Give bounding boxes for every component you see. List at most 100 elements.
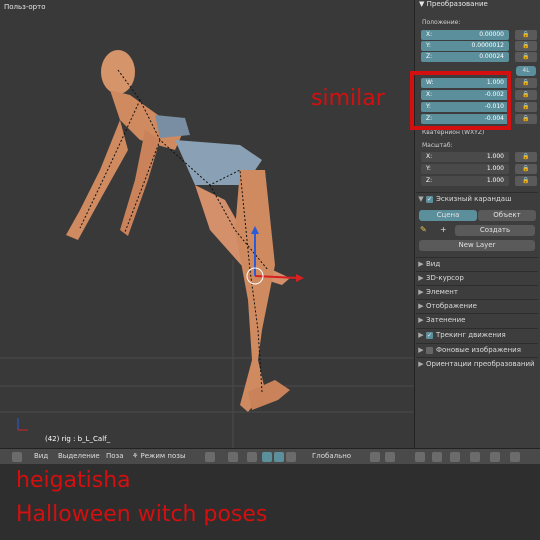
transform-header[interactable]: ▼ Преобразование xyxy=(419,0,488,8)
location-y-field[interactable]: Y: 0.0000012 xyxy=(421,41,509,51)
lock-icon[interactable]: 🔒 xyxy=(515,152,537,162)
orientation-select[interactable]: Глобально xyxy=(312,452,351,460)
mode-select[interactable]: ⚘ Режим позы xyxy=(132,452,186,460)
field-value: 1.000 xyxy=(486,165,504,172)
chevron-right-icon: ▶ xyxy=(418,288,424,296)
mode-label: Режим позы xyxy=(140,452,186,460)
watermark-author: heigatisha xyxy=(16,468,131,493)
viewport-title: Польз-орто xyxy=(4,3,46,11)
section-label: Элемент xyxy=(426,288,458,296)
checkbox-icon[interactable]: ✓ xyxy=(426,331,433,339)
timeline-area: heigatisha Halloween witch poses xyxy=(0,464,540,540)
chevron-right-icon: ▶ xyxy=(418,274,424,282)
chevron-right-icon: ▶ xyxy=(418,346,424,354)
viewport-scene xyxy=(0,50,414,448)
layer-icon[interactable] xyxy=(370,452,380,462)
transform-header-label: Преобразование xyxy=(426,0,488,8)
layer-icon[interactable] xyxy=(415,452,425,462)
lock-icon[interactable]: 🔒 xyxy=(515,90,537,100)
3d-viewport[interactable]: Польз-орто (42) rig : b_L_Calf_ xyxy=(0,0,414,448)
lock-icon[interactable]: 🔒 xyxy=(515,114,537,124)
section-shading[interactable]: ▶ Затенение xyxy=(416,313,538,327)
tab-scene[interactable]: Сцена xyxy=(419,210,477,221)
position-label: Положение: xyxy=(422,19,461,26)
scale-z-field[interactable]: Z: 1.000 xyxy=(421,176,509,186)
section-label: Отображение xyxy=(426,302,477,310)
floor-grid xyxy=(0,260,414,448)
location-x-field[interactable]: X: 0.00000 xyxy=(421,30,509,40)
lock-icon[interactable]: 🔒 xyxy=(515,176,537,186)
scale-y-field[interactable]: Y: 1.000 xyxy=(421,164,509,174)
rotate-icon[interactable] xyxy=(274,452,284,462)
location-z-field[interactable]: Z: 0.00024 xyxy=(421,52,509,62)
proportional-edit-icon[interactable] xyxy=(470,452,480,462)
section-transform-orientations[interactable]: ▶ Ориентации преобразований xyxy=(416,357,538,371)
watermark-title: Halloween witch poses xyxy=(16,502,268,527)
layer-icon[interactable] xyxy=(432,452,442,462)
section-3d-cursor[interactable]: ▶ 3D-курсор xyxy=(416,271,538,285)
menu-pose[interactable]: Поза xyxy=(106,452,124,460)
chevron-right-icon: ▶ xyxy=(418,360,424,368)
viewport-status: (42) rig : b_L_Calf_ xyxy=(45,435,111,443)
scale-icon[interactable] xyxy=(286,452,296,462)
viewport-shading-icon[interactable] xyxy=(205,452,215,462)
snap-icon[interactable] xyxy=(450,452,460,462)
viewport-header-toolbar: Вид Выделение Поза ⚘ Режим позы Глобальн… xyxy=(0,448,540,465)
new-layer-button[interactable]: New Layer xyxy=(419,240,535,251)
field-value: 0.00024 xyxy=(479,53,504,60)
translate-icon[interactable] xyxy=(262,452,272,462)
section-view[interactable]: ▶ Вид xyxy=(416,257,538,271)
section-display[interactable]: ▶ Отображение xyxy=(416,299,538,313)
rotation-mode-select[interactable]: Кватернион (WXYZ) xyxy=(422,129,484,136)
tab-object[interactable]: Объект xyxy=(478,210,536,221)
section-label: Фоновые изображения xyxy=(436,346,521,354)
chevron-right-icon: ▶ xyxy=(418,302,424,310)
field-value: 0.0000012 xyxy=(471,42,504,49)
field-key: Z: xyxy=(426,177,433,184)
checkbox-icon[interactable] xyxy=(426,346,433,354)
camera-icon[interactable] xyxy=(490,452,500,462)
create-button[interactable]: Создать xyxy=(455,225,535,236)
section-background-images[interactable]: ▶ Фоновые изображения xyxy=(416,343,538,357)
section-motion-tracking[interactable]: ▶ ✓ Трекинг движения xyxy=(416,328,538,342)
lock-icon[interactable]: 🔒 xyxy=(515,41,537,51)
section-item[interactable]: ▶ Элемент xyxy=(416,285,538,299)
pencil-icon[interactable]: ✎ xyxy=(420,225,427,234)
field-key: X: xyxy=(426,31,433,38)
field-value: 0.00000 xyxy=(479,31,504,38)
menu-select[interactable]: Выделение xyxy=(58,452,100,460)
field-value: 1.000 xyxy=(486,153,504,160)
layer-icon[interactable] xyxy=(385,452,395,462)
chevron-down-icon: ▼ xyxy=(419,0,425,8)
chevron-down-icon: ▼ xyxy=(418,195,424,203)
lock-icon[interactable]: 🔒 xyxy=(515,78,537,88)
annotation-similar: similar xyxy=(311,86,385,111)
grease-pencil-section[interactable]: ▼ ✓ Эскизный карандаш xyxy=(416,192,538,206)
lock-icon[interactable]: 🔒 xyxy=(515,164,537,174)
lock-icon[interactable]: 🔒 xyxy=(515,52,537,62)
highlight-box xyxy=(410,71,511,130)
field-key: X: xyxy=(426,153,433,160)
axis-indicator xyxy=(17,418,28,431)
menu-view[interactable]: Вид xyxy=(34,452,48,460)
chevron-right-icon: ▶ xyxy=(418,316,424,324)
manipulator-toggle-icon[interactable] xyxy=(247,452,257,462)
field-key: Y: xyxy=(426,165,431,172)
checkbox-icon[interactable]: ✓ xyxy=(426,195,433,203)
section-label: Ориентации преобразований xyxy=(426,360,535,368)
plus-icon[interactable]: + xyxy=(440,225,447,234)
section-label: Трекинг движения xyxy=(436,331,506,339)
chevron-right-icon: ▶ xyxy=(418,260,424,268)
editor-type-icon[interactable] xyxy=(12,452,22,462)
rotation-lock-4l-toggle[interactable]: 4L xyxy=(516,66,536,76)
section-label: Вид xyxy=(426,260,441,268)
scale-label: Масштаб: xyxy=(422,142,453,149)
scale-x-field[interactable]: X: 1.000 xyxy=(421,152,509,162)
field-value: 1.000 xyxy=(486,177,504,184)
lock-icon[interactable]: 🔒 xyxy=(515,102,537,112)
grease-pencil-label: Эскизный карандаш xyxy=(436,195,512,203)
pivot-point-icon[interactable] xyxy=(228,452,238,462)
pose-mode-icon: ⚘ xyxy=(132,452,141,460)
lock-icon[interactable]: 🔒 xyxy=(515,30,537,40)
render-icon[interactable] xyxy=(510,452,520,462)
